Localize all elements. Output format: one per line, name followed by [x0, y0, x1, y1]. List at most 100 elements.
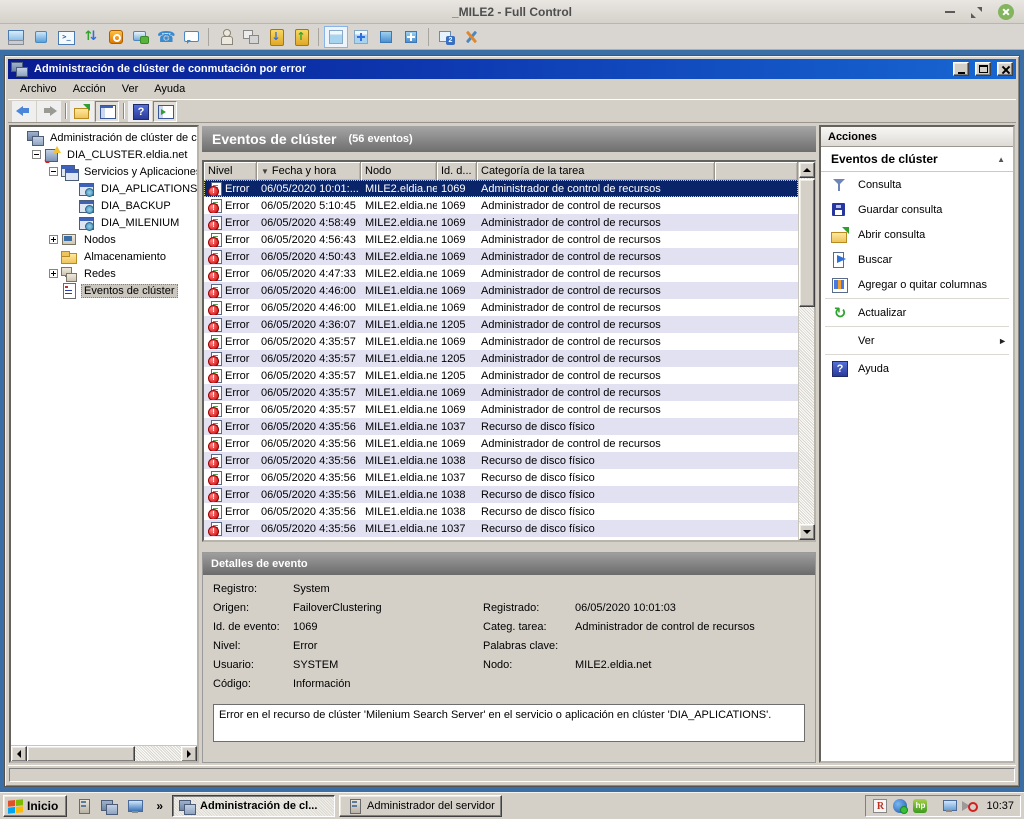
mmc-close-button[interactable]	[997, 62, 1013, 76]
action-item-buscar[interactable]: Buscar	[821, 247, 1013, 272]
table-row[interactable]: Error06/05/2020 4:35:56MILE1.eldia.net10…	[204, 503, 798, 520]
mmc-titlebar[interactable]: Administración de clúster de conmutación…	[8, 59, 1016, 79]
connections-button[interactable]	[239, 26, 263, 48]
show-tree-button[interactable]	[95, 101, 119, 122]
volume-muted-icon[interactable]	[962, 798, 978, 814]
scroll-right-button[interactable]	[181, 746, 197, 762]
column-header-categor-a-de-la-tarea[interactable]: Categoría de la tarea	[477, 162, 715, 180]
table-row[interactable]: Error06/05/2020 4:35:57MILE1.eldia.net12…	[204, 350, 798, 367]
clipboard-send-button[interactable]	[289, 26, 313, 48]
table-row[interactable]: Error06/05/2020 4:46:00MILE1.eldia.net10…	[204, 282, 798, 299]
fullscreen-button[interactable]	[29, 26, 53, 48]
settings-tools-button[interactable]	[459, 26, 483, 48]
table-row[interactable]: Error06/05/2020 4:35:57MILE1.eldia.net12…	[204, 367, 798, 384]
tree-horizontal-scrollbar[interactable]	[11, 745, 197, 761]
events-vertical-scrollbar[interactable]	[798, 162, 814, 540]
view-fit-button[interactable]	[349, 26, 373, 48]
call-button[interactable]	[154, 26, 178, 48]
server-manager-button[interactable]	[71, 795, 95, 817]
menu-archivo[interactable]: Archivo	[12, 80, 65, 98]
table-row[interactable]: Error06/05/2020 4:35:56MILE1.eldia.net10…	[204, 452, 798, 469]
table-row[interactable]: Error06/05/2020 4:47:33MILE2.eldia.net10…	[204, 265, 798, 282]
start-button[interactable]: Inicio	[3, 795, 67, 817]
action-item-guardar-consulta[interactable]: Guardar consulta	[821, 197, 1013, 222]
tree-item-administraci-n-de-cl-ster-de-conmu[interactable]: Administración de clúster de conmu	[13, 129, 197, 146]
tree-item-almacenamiento[interactable]: Almacenamiento	[13, 248, 197, 265]
table-row[interactable]: Error06/05/2020 4:35:57MILE1.eldia.net10…	[204, 401, 798, 418]
menu-ayuda[interactable]: Ayuda	[146, 80, 193, 98]
table-row[interactable]: Error06/05/2020 4:36:07MILE1.eldia.net12…	[204, 316, 798, 333]
scrollbar-thumb[interactable]	[799, 179, 815, 307]
table-row[interactable]: Error06/05/2020 10:01:...MILE2.eldia.net…	[204, 180, 798, 197]
cluster-manager-button[interactable]	[97, 795, 121, 817]
monitors-button[interactable]	[434, 26, 458, 48]
table-row[interactable]: Error06/05/2020 4:58:49MILE2.eldia.net10…	[204, 214, 798, 231]
tree-item-servicios-y-aplicaciones[interactable]: Servicios y Aplicaciones	[13, 163, 197, 180]
quick-launch-overflow-chevron[interactable]: »	[156, 799, 163, 813]
table-row[interactable]: Error06/05/2020 4:35:56MILE1.eldia.net10…	[204, 469, 798, 486]
task-button-administrador-del-servidor[interactable]: Administrador del servidor	[339, 795, 502, 817]
vnc-server-icon[interactable]	[872, 798, 888, 814]
column-header-nivel[interactable]: Nivel	[204, 162, 257, 180]
minimize-icon[interactable]	[945, 11, 955, 13]
chat-button[interactable]	[129, 26, 153, 48]
help-button[interactable]	[128, 101, 152, 122]
action-pane-button[interactable]	[153, 101, 177, 122]
collapse-icon[interactable]: ▲	[997, 155, 1005, 164]
task-button-administraci-n-de-cl[interactable]: Administración de cl...	[172, 795, 335, 817]
table-row[interactable]: Error06/05/2020 4:35:57MILE1.eldia.net10…	[204, 384, 798, 401]
tree-item-dia-milenium[interactable]: DIA_MILENIUM	[13, 214, 197, 231]
clipboard-receive-button[interactable]	[264, 26, 288, 48]
action-item-abrir-consulta[interactable]: Abrir consulta	[821, 222, 1013, 247]
table-row[interactable]: Error06/05/2020 5:10:45MILE2.eldia.net10…	[204, 197, 798, 214]
menu-ver[interactable]: Ver	[114, 80, 147, 98]
menu-acci-n[interactable]: Acción	[65, 80, 114, 98]
tree-item-dia-aplications[interactable]: DIA_APLICATIONS	[13, 180, 197, 197]
actions-section-header[interactable]: Eventos de clúster ▲	[821, 147, 1013, 172]
table-row[interactable]: Error06/05/2020 4:35:56MILE1.eldia.net10…	[204, 486, 798, 503]
message-button[interactable]	[179, 26, 203, 48]
tree-item-redes[interactable]: Redes	[13, 265, 197, 282]
view-normal-button[interactable]	[324, 26, 348, 48]
ctrl-alt-del-button[interactable]	[104, 26, 128, 48]
terminal-button[interactable]	[54, 26, 78, 48]
restore-icon[interactable]	[971, 7, 982, 18]
expand-icon[interactable]	[49, 235, 58, 244]
screen-settings-button[interactable]	[4, 26, 28, 48]
column-header-fecha-y-hora[interactable]: ▼Fecha y hora	[257, 162, 361, 180]
scroll-up-button[interactable]	[799, 162, 815, 178]
scrollbar-thumb[interactable]	[27, 746, 135, 762]
collapse-icon[interactable]	[32, 150, 41, 159]
tree-item-dia-backup[interactable]: DIA_BACKUP	[13, 197, 197, 214]
action-item-actualizar[interactable]: Actualizar	[821, 300, 1013, 325]
tree-item-nodos[interactable]: Nodos	[13, 231, 197, 248]
tree-item-eventos-de-cl-ster[interactable]: Eventos de clúster	[13, 282, 197, 299]
user-access-button[interactable]	[214, 26, 238, 48]
expand-icon[interactable]	[49, 269, 58, 278]
network-monitor-icon[interactable]	[892, 798, 908, 814]
table-row[interactable]: Error06/05/2020 4:50:43MILE2.eldia.net10…	[204, 248, 798, 265]
column-header-spacer[interactable]	[715, 162, 798, 180]
table-row[interactable]: Error06/05/2020 4:35:56MILE1.eldia.net10…	[204, 435, 798, 452]
show-desktop-button[interactable]	[123, 795, 147, 817]
scroll-left-button[interactable]	[11, 746, 27, 762]
view-fullscreen-button[interactable]	[374, 26, 398, 48]
mmc-maximize-button[interactable]	[975, 62, 991, 76]
forward-button[interactable]	[37, 101, 61, 122]
table-row[interactable]: Error06/05/2020 4:35:56MILE1.eldia.net10…	[204, 418, 798, 435]
mmc-minimize-button[interactable]	[953, 62, 969, 76]
export-button[interactable]	[70, 101, 94, 122]
action-item-ayuda[interactable]: Ayuda	[821, 356, 1013, 381]
scroll-down-button[interactable]	[799, 524, 815, 540]
column-header-id-d[interactable]: Id. d...	[437, 162, 477, 180]
table-row[interactable]: Error06/05/2020 4:35:57MILE1.eldia.net10…	[204, 333, 798, 350]
view-scaled-button[interactable]	[399, 26, 423, 48]
action-item-agregar-o-quitar-columnas[interactable]: Agregar o quitar columnas	[821, 272, 1013, 297]
table-row[interactable]: Error06/05/2020 4:46:00MILE1.eldia.net10…	[204, 299, 798, 316]
action-item-ver[interactable]: Ver►	[821, 328, 1013, 353]
table-row[interactable]: Error06/05/2020 4:56:43MILE2.eldia.net10…	[204, 231, 798, 248]
column-header-nodo[interactable]: Nodo	[361, 162, 437, 180]
remote-display-icon[interactable]	[942, 798, 958, 814]
hp-agent-icon[interactable]	[912, 798, 928, 814]
table-row[interactable]: Error06/05/2020 4:35:56MILE1.eldia.net10…	[204, 520, 798, 537]
